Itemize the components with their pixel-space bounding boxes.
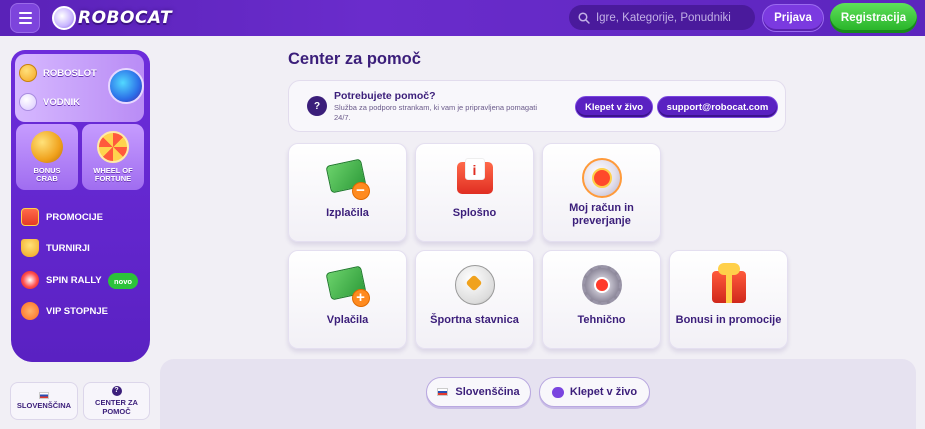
robocat-logo[interactable]: ROBOCAT [52,4,172,32]
slovenia-flag-icon [39,391,49,399]
page-title: Center za pomoč [288,50,421,68]
sidebar-item-label: SPIN RALLY [46,274,102,286]
robocat-mascot-icon [108,68,144,104]
language-selector-button[interactable]: SLOVENŠČINA [10,382,78,420]
question-icon: ? [307,96,327,116]
category-label: Športna stavnica [430,314,519,326]
vip-icon [21,302,39,320]
account-dot [591,168,612,188]
account-icon [580,156,624,200]
gift-bow [717,263,740,275]
sidebar-item-spin-rally[interactable]: SPIN RALLY [21,271,102,289]
sidebar-item-roboslot[interactable]: ROBOSLOT [19,64,97,82]
slovenia-flag-icon [437,388,449,396]
sidebar-item-vip-stopnje[interactable]: VIP STOPNJE [21,302,108,320]
language-label: SLOVENŠČINA [16,400,72,410]
footer-chat-label: Klepet v živo [569,386,638,398]
withdrawal-cash-icon: − [324,156,370,200]
tile-bonus-crab[interactable]: BONUS CRAB [16,124,78,190]
menu-line [18,12,32,14]
category-card-moj-racun[interactable]: Moj račun in preverjanje [542,143,661,242]
deposit-cash-icon: + [324,263,370,307]
hamburger-menu-button[interactable] [10,3,40,33]
footer-language-button[interactable]: Slovenščina [426,377,531,407]
info-letter: i [464,158,485,180]
info-envelope-icon: i [453,156,497,200]
register-button[interactable]: Registracija [830,3,917,33]
tile-label-line2: FORTUNE [94,174,132,184]
question-icon: ? [111,385,122,396]
gift-box-icon [707,263,751,307]
top-header: ROBOCAT Prijava Registracija [0,0,925,36]
chat-bubble-icon [551,386,564,398]
help-box: ? Potrebujete pomoč? Služba za podporo s… [288,80,786,132]
category-card-izplacila[interactable]: − Izplačila [288,143,407,242]
sidebar-item-label: PROMOCIJE [46,211,104,223]
category-label: Vplačila [326,314,369,326]
help-box-description: Služba za podporo strankam, ki vam je pr… [334,103,538,122]
menu-line [18,17,32,19]
sidebar-item-label: VIP STOPNJE [46,305,108,317]
gear-core [593,277,610,293]
sidebar-scroll-fade [11,340,150,362]
search-icon [578,11,590,24]
login-button[interactable]: Prijava [762,4,824,32]
sidebar-item-turnirji[interactable]: TURNIRJI [21,239,90,257]
help-center-button[interactable]: ? CENTER ZA POMOČ [83,382,150,420]
logo-text: ROBOCAT [78,8,173,28]
category-label: Bonusi in promocije [675,314,782,326]
new-badge: novo [108,273,138,289]
minus-badge: − [351,182,370,200]
live-chat-button[interactable]: Klepet v živo [575,96,653,118]
wheel-of-fortune-icon [97,130,129,163]
spin-rally-icon [21,271,39,289]
menu-line [18,22,32,24]
sidebar-item-label: VODNIK [43,96,80,108]
category-label: Izplačila [326,207,369,219]
bonus-crab-icon [31,130,63,163]
category-card-sportna-stavnica[interactable]: Športna stavnica [415,250,534,349]
sidebar-item-label: TURNIRJI [46,242,90,254]
sidebar-item-label: ROBOSLOT [43,67,97,79]
gift-icon [21,208,39,226]
footer: Slovenščina Klepet v živo [160,359,916,429]
category-card-splosno[interactable]: i Splošno [415,143,534,242]
search-input[interactable] [595,11,755,24]
category-label: Tehnično [577,314,626,326]
trophy-icon [21,239,39,257]
football-icon [453,263,497,307]
sidebar: ROBOSLOT VODNIK BONUS CRAB WHEEL OF FORT… [11,50,150,362]
logo-badge-icon [52,6,76,30]
sidebar-item-vodnik[interactable]: VODNIK [19,93,80,111]
gear-icon [580,263,624,307]
coin-icon [19,64,37,82]
sidebar-item-promocije[interactable]: PROMOCIJE [21,208,103,226]
category-card-tehnicno[interactable]: Tehnično [542,250,661,349]
guide-icon [19,93,37,111]
footer-language-label: Slovenščina [455,386,520,398]
search-bar[interactable] [569,5,755,30]
footer-live-chat-button[interactable]: Klepet v živo [539,377,650,407]
category-label: Moj račun in preverjanje [569,202,634,228]
category-card-bonusi[interactable]: Bonusi in promocije [669,250,788,349]
category-label: Splošno [452,207,497,219]
category-card-vplacila[interactable]: + Vplačila [288,250,407,349]
help-box-title: Potrebujete pomoč? [334,90,436,102]
tile-label-line2: CRAB [36,174,58,184]
help-label-line2: POMOČ [102,406,131,416]
tile-wheel-of-fortune[interactable]: WHEEL OF FORTUNE [82,124,144,190]
plus-badge: + [351,289,370,307]
support-email-button[interactable]: support@robocat.com [657,96,778,118]
